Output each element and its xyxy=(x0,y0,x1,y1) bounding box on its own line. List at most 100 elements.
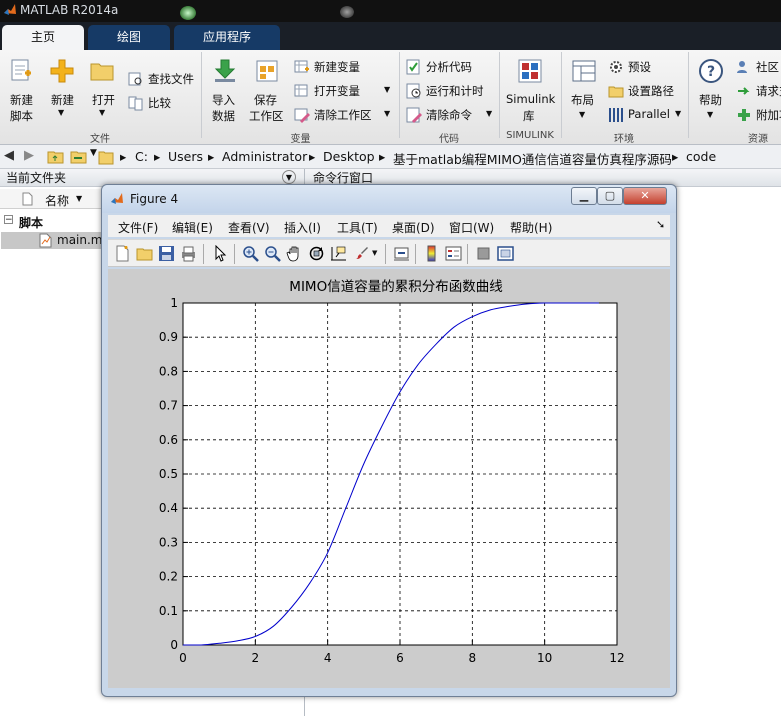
group-resources-label: 资源 xyxy=(748,134,768,145)
clear-commands-label: 清除命令 xyxy=(426,108,472,122)
find-files-button[interactable]: 查找文件 xyxy=(128,70,198,88)
chevron-down-icon[interactable]: ▼ xyxy=(90,148,97,158)
desktop-orb-icon xyxy=(340,6,354,18)
open-variable-label: 打开变量 xyxy=(314,84,360,98)
toolbar-separator xyxy=(385,244,386,264)
request-support-label: 请求支 xyxy=(756,84,781,98)
run-and-time-icon xyxy=(406,83,421,99)
menu-edit[interactable]: 编辑(E) xyxy=(172,219,213,236)
column-name-header[interactable]: 名称 xyxy=(45,192,69,209)
rotate-3d-icon[interactable] xyxy=(308,245,325,262)
path-folder-icon xyxy=(98,151,114,165)
layout-button[interactable]: 布局 ▼ xyxy=(567,56,601,130)
browse-folder-icon[interactable] xyxy=(70,149,88,164)
menu-file[interactable]: 文件(F) xyxy=(118,219,158,236)
breadcrumb-item[interactable]: C: xyxy=(135,149,148,164)
up-folder-icon[interactable] xyxy=(47,149,64,164)
edit-plot-pointer-icon[interactable] xyxy=(212,245,229,262)
colorbar-icon[interactable] xyxy=(423,245,440,262)
group-file-label: 文件 xyxy=(90,134,110,145)
help-label: 帮助 xyxy=(699,93,722,107)
menu-insert[interactable]: 插入(I) xyxy=(284,219,321,236)
sort-arrow-icon[interactable]: ▼ xyxy=(76,194,82,203)
tab-home[interactable]: 主页 xyxy=(2,25,84,50)
panel-menu-icon[interactable]: ▼ xyxy=(282,170,296,184)
save-workspace-button[interactable]: 保存 工作区 xyxy=(248,56,288,130)
forward-arrow-icon[interactable]: ▶ xyxy=(24,148,34,163)
data-cursor-icon[interactable] xyxy=(330,245,347,262)
breadcrumb-item[interactable]: code xyxy=(686,149,716,164)
chevron-down-icon: ▼ xyxy=(58,108,65,117)
save-label-2: 工作区 xyxy=(249,109,284,123)
breadcrumb-item[interactable]: Users xyxy=(168,149,203,164)
dock-arrow-icon[interactable]: ➘ xyxy=(656,218,665,231)
community-button[interactable]: 社区 xyxy=(736,58,781,76)
print-icon[interactable] xyxy=(180,245,197,262)
clear-workspace-button[interactable]: 清除工作区 ▼ xyxy=(294,106,394,124)
run-and-time-label: 运行和计时 xyxy=(426,84,484,98)
y-tick-label: 0.9 xyxy=(159,330,178,344)
maximize-button[interactable]: ▢ xyxy=(597,187,623,205)
save-icon[interactable] xyxy=(158,245,175,262)
open-file-icon[interactable] xyxy=(136,245,153,262)
ribbon-separator xyxy=(561,52,562,138)
save-workspace-icon xyxy=(256,60,278,82)
menu-tools[interactable]: 工具(T) xyxy=(337,219,378,236)
parallel-button[interactable]: Parallel ▼ xyxy=(608,106,684,124)
new-variable-icon xyxy=(294,60,309,73)
group-simulink-label: SIMULINK xyxy=(506,130,554,141)
compare-label: 比较 xyxy=(148,96,171,110)
addons-button[interactable]: 附加功 xyxy=(736,106,781,124)
ribbon: 新建 脚本 新建 ▼ 打开 ▼ 查找文件 比较 文件 导入 数据 保存 工作区 … xyxy=(0,50,781,145)
import-data-button[interactable]: 导入 数据 xyxy=(208,56,242,130)
breadcrumb-item[interactable]: 基于matlab编程MIMO通信信道容量仿真程序源码 xyxy=(393,149,672,168)
new-figure-icon[interactable] xyxy=(114,245,131,262)
menu-view[interactable]: 查看(V) xyxy=(228,219,270,236)
open-button[interactable]: 打开 ▼ xyxy=(88,56,120,134)
tab-plots[interactable]: 绘图 xyxy=(88,25,170,50)
brush-icon[interactable] xyxy=(352,245,369,262)
open-variable-button[interactable]: 打开变量 ▼ xyxy=(294,82,394,100)
figure-toolbar: ▼ xyxy=(108,239,670,267)
run-and-time-button[interactable]: 运行和计时 xyxy=(406,82,496,100)
preferences-button[interactable]: 预设 xyxy=(608,58,682,76)
app-title: MATLAB R2014a xyxy=(20,3,119,17)
tab-apps[interactable]: 应用程序 xyxy=(174,25,280,50)
import-arrow-icon xyxy=(214,59,236,82)
simulink-library-button[interactable]: Simulink 库 xyxy=(504,56,556,130)
menu-desktop[interactable]: 桌面(D) xyxy=(392,219,435,236)
pan-hand-icon[interactable] xyxy=(286,245,303,262)
breadcrumb-item[interactable]: Desktop xyxy=(323,149,375,164)
figure-title-bar: Figure 4 ▁ ▢ ✕ xyxy=(102,185,676,213)
menu-window[interactable]: 窗口(W) xyxy=(449,219,494,236)
set-path-button[interactable]: 设置路径 xyxy=(608,82,682,100)
request-support-button[interactable]: 请求支 xyxy=(736,82,781,100)
new-button[interactable]: 新建 ▼ xyxy=(47,56,79,134)
breadcrumb-item[interactable]: Administrator xyxy=(222,149,307,164)
help-button[interactable]: ? 帮助 ▼ xyxy=(694,56,728,130)
zoom-out-icon[interactable] xyxy=(264,245,281,262)
analyze-code-button[interactable]: 分析代码 xyxy=(406,58,496,76)
back-arrow-icon[interactable]: ◀ xyxy=(4,148,14,163)
minimize-button[interactable]: ▁ xyxy=(571,187,597,205)
new-script-button[interactable]: 新建 脚本 xyxy=(6,56,38,134)
close-button[interactable]: ✕ xyxy=(623,187,667,205)
chevron-down-icon[interactable]: ▼ xyxy=(372,249,377,257)
zoom-in-icon[interactable] xyxy=(242,245,259,262)
y-tick-label: 0.3 xyxy=(159,535,178,549)
new-variable-button[interactable]: 新建变量 xyxy=(294,58,394,76)
show-plot-tools-icon[interactable] xyxy=(497,245,514,262)
link-plot-icon[interactable] xyxy=(393,245,410,262)
compare-button[interactable]: 比较 xyxy=(128,94,198,112)
open-folder-icon xyxy=(90,63,114,81)
new-plus-icon xyxy=(50,59,74,83)
legend-icon[interactable] xyxy=(445,245,462,262)
desktop-orb-icon xyxy=(180,6,196,20)
ribbon-separator xyxy=(688,52,689,138)
menu-help[interactable]: 帮助(H) xyxy=(510,219,552,236)
cdf-chart[interactable]: MIMO信道容量的累积分布函数曲线 0 2 4 6 8 10 12 0 0.1 0.2 0.3 0.4… xyxy=(108,269,670,688)
clear-commands-button[interactable]: 清除命令 ▼ xyxy=(406,106,496,124)
hide-plot-tools-icon[interactable] xyxy=(475,245,492,262)
collapse-icon[interactable]: − xyxy=(4,215,13,225)
parallel-label: Parallel xyxy=(628,107,670,121)
